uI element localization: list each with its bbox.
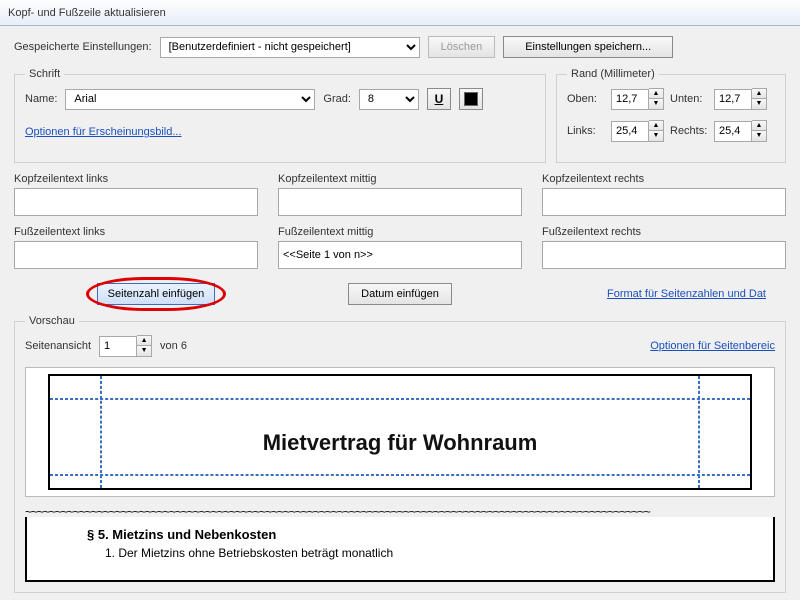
margin-top-label: Oben: (567, 93, 605, 105)
underline-button[interactable]: U (427, 88, 451, 110)
preview-legend: Vorschau (25, 315, 79, 327)
margin-top-spin[interactable]: ▲▼ (611, 88, 664, 110)
spin-up-icon[interactable]: ▲ (649, 89, 663, 99)
section-heading: § 5. Mietzins und Nebenkosten (87, 527, 733, 542)
page-view-spin[interactable]: ▲▼ (99, 335, 152, 357)
margin-bottom-label: Unten: (670, 93, 708, 105)
header-center-input[interactable] (278, 188, 522, 216)
preview-section: § 5. Mietzins und Nebenkosten 1. Der Mie… (25, 517, 775, 582)
header-right-input[interactable] (542, 188, 786, 216)
preview-canvas: Mietvertrag für Wohnraum (25, 367, 775, 497)
page-range-options-link[interactable]: Optionen für Seitenbereic (650, 340, 775, 352)
insert-page-number-button[interactable]: Seitenzahl einfügen (97, 283, 216, 305)
insert-date-button[interactable]: Datum einfügen (348, 283, 452, 305)
color-button[interactable] (459, 88, 483, 110)
footer-center-label: Fußzeilentext mittig (278, 226, 522, 238)
header-center-label: Kopfzeilentext mittig (278, 173, 522, 185)
footer-center-input[interactable] (278, 241, 522, 269)
header-right-label: Kopfzeilentext rechts (542, 173, 786, 185)
font-name-select[interactable]: Arial (65, 89, 315, 110)
header-left-label: Kopfzeilentext links (14, 173, 258, 185)
preview-document-title: Mietvertrag für Wohnraum (50, 430, 750, 456)
footer-right-input[interactable] (542, 241, 786, 269)
save-settings-button[interactable]: Einstellungen speichern... (503, 36, 673, 58)
margin-right-spin[interactable]: ▲▼ (714, 120, 767, 142)
section-item: 1. Der Mietzins ohne Betriebskosten betr… (105, 546, 733, 560)
page-number-format-link[interactable]: Format für Seitenzahlen und Dat (607, 288, 766, 300)
font-size-select[interactable]: 8 (359, 89, 419, 110)
window-titlebar: Kopf- und Fußzeile aktualisieren (0, 0, 800, 26)
footer-left-input[interactable] (14, 241, 258, 269)
margin-legend: Rand (Millimeter) (567, 68, 659, 80)
font-size-label: Grad: (323, 93, 351, 105)
font-legend: Schrift (25, 68, 64, 80)
footer-left-label: Fußzeilentext links (14, 226, 258, 238)
margin-left-spin[interactable]: ▲▼ (611, 120, 664, 142)
footer-right-label: Fußzeilentext rechts (542, 226, 786, 238)
preview-fieldset: Vorschau Seitenansicht ▲▼ von 6 Optionen… (14, 315, 786, 593)
margin-bottom-spin[interactable]: ▲▼ (714, 88, 767, 110)
page-total-label: von 6 (160, 340, 187, 352)
page-view-label: Seitenansicht (25, 340, 91, 352)
underline-icon: U (435, 92, 444, 106)
section-divider (25, 509, 775, 517)
margin-left-label: Links: (567, 125, 605, 137)
delete-button[interactable]: Löschen (428, 36, 496, 58)
saved-settings-select[interactable]: [Benutzerdefiniert - nicht gespeichert] (160, 37, 420, 58)
margin-right-label: Rechts: (670, 125, 708, 137)
margin-fieldset: Rand (Millimeter) Oben: ▲▼ Unten: ▲▼ Lin… (556, 68, 786, 163)
font-fieldset: Schrift Name: Arial Grad: 8 U Optionen f… (14, 68, 546, 163)
saved-settings-label: Gespeicherte Einstellungen: (14, 41, 152, 53)
header-left-input[interactable] (14, 188, 258, 216)
window-title: Kopf- und Fußzeile aktualisieren (8, 7, 166, 19)
color-swatch-icon (464, 92, 478, 106)
appearance-options-link[interactable]: Optionen für Erscheinungsbild... (25, 126, 182, 138)
spin-down-icon[interactable]: ▼ (649, 99, 663, 109)
font-name-label: Name: (25, 93, 57, 105)
